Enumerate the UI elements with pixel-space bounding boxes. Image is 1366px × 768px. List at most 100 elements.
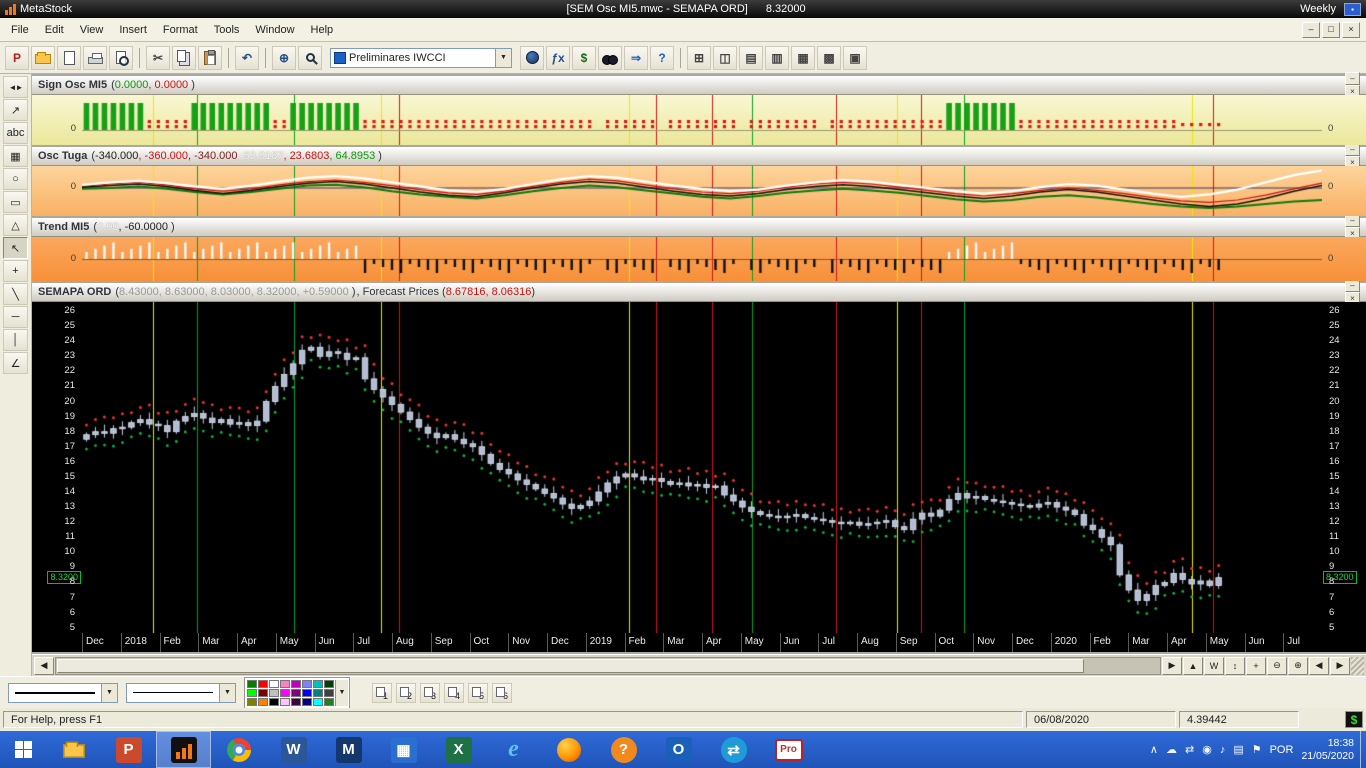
tray-volume-icon[interactable]: ♪ [1220,744,1226,756]
template-button-5[interactable]: 5 [468,683,488,703]
taskbar-help[interactable]: ? [596,731,651,768]
taskbar-firefox[interactable] [541,731,596,768]
taskbar-sync[interactable]: ⇄ [706,731,761,768]
color-swatch[interactable] [269,689,279,697]
menu-view[interactable]: View [72,21,112,39]
zoom-in-button[interactable] [298,46,322,70]
triangle-tool[interactable]: △ [3,214,28,236]
new-inner-window-button[interactable]: ⊞ [687,46,711,70]
hidden-icons-chevron[interactable]: ∧ [1150,743,1158,756]
color-swatch[interactable] [313,680,323,688]
color-swatch[interactable] [269,680,279,688]
menu-file[interactable]: File [3,21,37,39]
minimize-panel-button[interactable]: – [1345,72,1360,85]
tile-vertical-button[interactable]: ▥ [765,46,789,70]
chevron-down-icon[interactable]: ▼ [101,684,117,702]
grid-layout-button[interactable]: ▩ [817,46,841,70]
scroll-right-button[interactable]: ▶ [1162,657,1182,675]
taskbar-chrome[interactable] [211,731,266,768]
chevron-down-icon[interactable]: ▼ [495,49,511,67]
color-swatch[interactable] [302,680,312,688]
print-button[interactable] [83,46,107,70]
color-swatch[interactable] [324,689,334,697]
panel-osc-tuga-header[interactable]: Osc Tuga -340.000-360.000-340.00053.9187… [32,147,1366,166]
tray-clock[interactable]: 18:3821/05/2020 [1301,737,1354,763]
context-help-button[interactable]: ? [650,46,674,70]
trend-plot[interactable] [82,237,1322,281]
start-button[interactable] [0,731,46,768]
template-button-3[interactable]: 3 [420,683,440,703]
menu-help[interactable]: Help [303,21,342,39]
copy-button[interactable] [172,46,196,70]
chevron-down-icon[interactable]: ▼ [219,684,235,702]
downloader-button[interactable] [520,46,544,70]
trendline-tool[interactable]: ↗ [3,99,28,121]
dollar-button[interactable]: $ [572,46,596,70]
indicator-builder-button[interactable]: ƒx [546,46,570,70]
text-tool[interactable]: abc [3,122,28,144]
scale-up-button[interactable]: ▲ [1183,657,1203,675]
taskbar-ie[interactable]: e [486,731,541,768]
scroll-split-tool[interactable]: ◄► [3,76,28,98]
panel-sign-osc-header[interactable]: Sign Osc MI5 0.00000.0000 –× [32,76,1366,95]
line-weight-combo[interactable]: ▼ [126,683,236,703]
sign-osc-plot[interactable] [82,95,1322,145]
show-desktop-button[interactable] [1360,731,1366,768]
taskbar-downloader[interactable]: M [321,731,376,768]
paste-button[interactable] [198,46,222,70]
diagonal-line-tool[interactable]: ╲ [3,283,28,305]
child-restore-button[interactable]: □ [1322,22,1340,38]
cut-button[interactable]: ✂ [146,46,170,70]
color-swatch[interactable] [324,698,334,706]
taskbar-powerpoint[interactable]: P [101,731,156,768]
horizontal-line-tool[interactable]: ─ [3,306,28,328]
color-swatch[interactable] [302,698,312,706]
panel-price-header[interactable]: SEMAPA ORD 8.430008.630008.030008.32000+… [32,283,1366,302]
ellipse-tool[interactable]: ○ [3,168,28,190]
template-button-1[interactable]: 1 [372,683,392,703]
tray-network-icon[interactable]: ◉ [1202,743,1212,756]
taskbar-outlook[interactable]: O [651,731,706,768]
color-swatch[interactable] [258,698,268,706]
selection-tool[interactable]: ↖ [3,237,28,259]
pan-button[interactable]: + [1246,657,1266,675]
color-swatch[interactable] [291,698,301,706]
vertical-zoom-button[interactable]: ↕ [1225,657,1245,675]
chevron-down-icon[interactable]: ▼ [335,680,348,706]
angle-tool[interactable]: ∠ [3,352,28,374]
taskbar-pro[interactable]: Pro [761,731,816,768]
vertical-line-tool[interactable]: │ [3,329,28,351]
zoom-in-button[interactable]: ⊕ [1288,657,1308,675]
zoom-out-button[interactable]: ⊖ [1267,657,1287,675]
taskbar-calculator[interactable]: ▦ [376,731,431,768]
color-swatch[interactable] [280,698,290,706]
crosshair-button[interactable]: ⊕ [272,46,296,70]
line-style-combo[interactable]: ▼ [8,683,118,703]
open-chart-button[interactable] [31,46,55,70]
periodicity-button[interactable]: W [1204,657,1224,675]
osc-tuga-plot[interactable] [82,166,1322,216]
taskbar-metastock[interactable] [156,731,211,768]
color-swatch[interactable] [313,698,323,706]
color-swatch[interactable] [258,680,268,688]
template-button-6[interactable]: 6 [492,683,512,703]
menu-edit[interactable]: Edit [37,21,72,39]
scrollbar-thumb[interactable] [57,659,1084,673]
color-swatch[interactable] [313,689,323,697]
print-preview-button[interactable] [109,46,133,70]
menu-tools[interactable]: Tools [206,21,248,39]
menu-window[interactable]: Window [247,21,302,39]
tile-horizontal-button[interactable]: ▤ [739,46,763,70]
tray-flag-icon[interactable]: ⚑ [1252,743,1262,756]
page-right-button[interactable]: ▶ [1330,657,1350,675]
new-chart-button[interactable] [57,46,81,70]
undo-button[interactable]: ↶ [235,46,259,70]
crosshair-tool[interactable]: + [3,260,28,282]
taskbar-word[interactable]: W [266,731,321,768]
color-swatch[interactable] [269,698,279,706]
color-swatch[interactable] [291,689,301,697]
tray-onedrive-icon[interactable]: ☁ [1166,743,1177,756]
color-swatch[interactable] [247,698,257,706]
workspace-button[interactable]: ▣ [843,46,867,70]
template-button-4[interactable]: 4 [444,683,464,703]
